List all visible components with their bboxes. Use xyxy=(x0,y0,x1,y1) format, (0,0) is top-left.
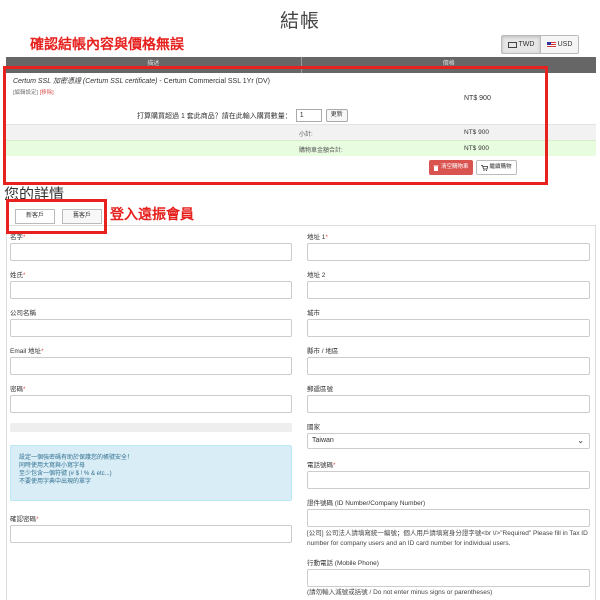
country-label: 國家 xyxy=(307,424,320,431)
mobile-label: 行動電話 (Mobile Phone) xyxy=(307,560,379,567)
address2-input[interactable] xyxy=(307,281,590,299)
mobile-input[interactable] xyxy=(307,569,590,587)
password-tip: 不要使用字典中出現的單字 xyxy=(19,479,92,485)
twd-label: TWD xyxy=(518,41,535,48)
password-tips-box: 設定一個強密碼有助於保護您的帳號安全！ 同時使用大寫與小寫字母 至少包含一個符號… xyxy=(10,445,292,501)
twd-button[interactable]: TWD xyxy=(502,36,540,53)
email-input[interactable] xyxy=(10,357,292,375)
annotation-box-tabs xyxy=(6,199,107,234)
password-tip: 設定一個強密碼有助於保護您的帳號安全！ xyxy=(19,455,134,461)
us-flag-icon xyxy=(546,41,556,48)
state-input[interactable] xyxy=(307,357,590,375)
usd-button[interactable]: USD xyxy=(540,36,578,53)
company-input[interactable] xyxy=(10,319,292,337)
state-label: 縣市 / 地區 xyxy=(307,348,339,355)
password-tip: 至少包含一個符號 (# $ ! % & etc...) xyxy=(19,471,112,477)
city-label: 城市 xyxy=(307,310,320,317)
chevron-down-icon: ⌄ xyxy=(577,436,584,445)
country-value: Taiwan xyxy=(312,437,334,444)
city-input[interactable] xyxy=(307,319,590,337)
password-tip: 同時使用大寫與小寫字母 xyxy=(19,463,86,469)
last-name-label: 姓氏* xyxy=(10,272,26,279)
last-name-input[interactable] xyxy=(10,281,292,299)
first-name-input[interactable] xyxy=(10,243,292,261)
confirm-password-label: 確認密碼* xyxy=(10,516,39,523)
annotation-box-cart xyxy=(3,66,548,185)
mobile-help: (請勿輸入減號或括號 / Do not enter minus signs or… xyxy=(307,589,493,596)
annotation-login-text: 登入遠振會員 xyxy=(110,207,194,223)
usd-label: USD xyxy=(557,41,573,48)
address1-label: 地址 1* xyxy=(307,234,328,241)
twd-flag-icon xyxy=(507,41,517,48)
currency-switcher: TWD USD xyxy=(501,35,579,54)
address2-label: 地址 2 xyxy=(307,272,326,279)
id-number-label: 證件號碼 (ID Number/Company Number) xyxy=(307,500,426,507)
address1-input[interactable] xyxy=(307,243,590,261)
postcode-input[interactable] xyxy=(307,395,590,413)
confirm-password-input[interactable] xyxy=(10,525,292,543)
id-number-help: [公司] 公司法人請填寫統一編號；個人用戶請填寫身分證字號<br \/>"Req… xyxy=(307,530,588,547)
country-select[interactable]: Taiwan ⌄ xyxy=(307,433,590,449)
password-label: 密碼* xyxy=(10,386,26,393)
company-label: 公司名稱 xyxy=(10,310,36,317)
annotation-confirm-text: 確認結帳內容與價格無誤 xyxy=(30,37,184,53)
password-input[interactable] xyxy=(10,395,292,413)
phone-input[interactable] xyxy=(307,471,590,489)
phone-label: 電話號碼* xyxy=(307,462,336,469)
postcode-label: 郵遞區號 xyxy=(307,386,333,393)
id-number-input[interactable] xyxy=(307,509,590,527)
page-title: 結帳 xyxy=(279,10,320,32)
email-label: Email 地址* xyxy=(10,348,44,355)
password-strength-bar xyxy=(10,423,292,432)
